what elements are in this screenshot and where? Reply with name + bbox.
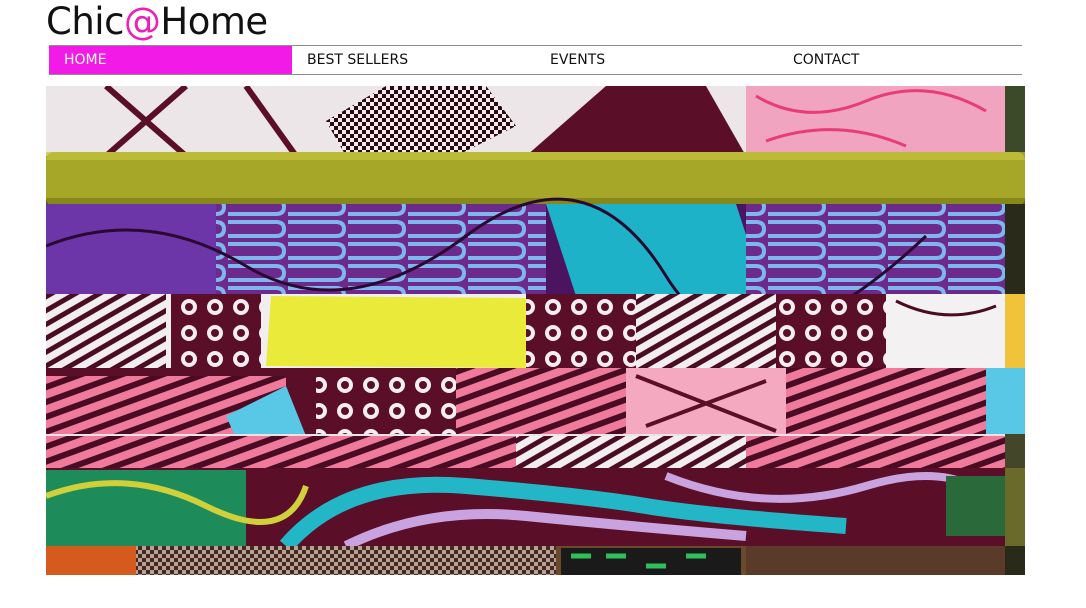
fabric-layer-8 xyxy=(46,546,1025,575)
fabric-stack-illustration xyxy=(46,86,1025,575)
logo-text-chic: Chic xyxy=(46,0,124,43)
fabric-layer-1 xyxy=(46,86,1025,159)
fabric-layer-2 xyxy=(46,152,1025,206)
hero-fabric-image xyxy=(46,86,1025,575)
logo-at-symbol: @ xyxy=(123,0,161,43)
logo-text-home: Home xyxy=(160,0,268,43)
fabric-layer-5 xyxy=(46,368,1025,438)
fabric-layer-6 xyxy=(46,434,1025,470)
page: Chic@Home HOME BEST SELLERS EVENTS CONTA… xyxy=(0,0,1086,608)
nav-item-home[interactable]: HOME xyxy=(49,46,292,74)
main-navigation: HOME BEST SELLERS EVENTS CONTACT xyxy=(49,45,1022,75)
nav-item-events[interactable]: EVENTS xyxy=(535,46,778,74)
nav-item-contact[interactable]: CONTACT xyxy=(778,46,1021,74)
fabric-layer-4 xyxy=(46,294,1025,370)
nav-item-best-sellers[interactable]: BEST SELLERS xyxy=(292,46,535,74)
fabric-layer-7 xyxy=(46,468,1025,552)
site-logo[interactable]: Chic@Home xyxy=(46,0,268,44)
